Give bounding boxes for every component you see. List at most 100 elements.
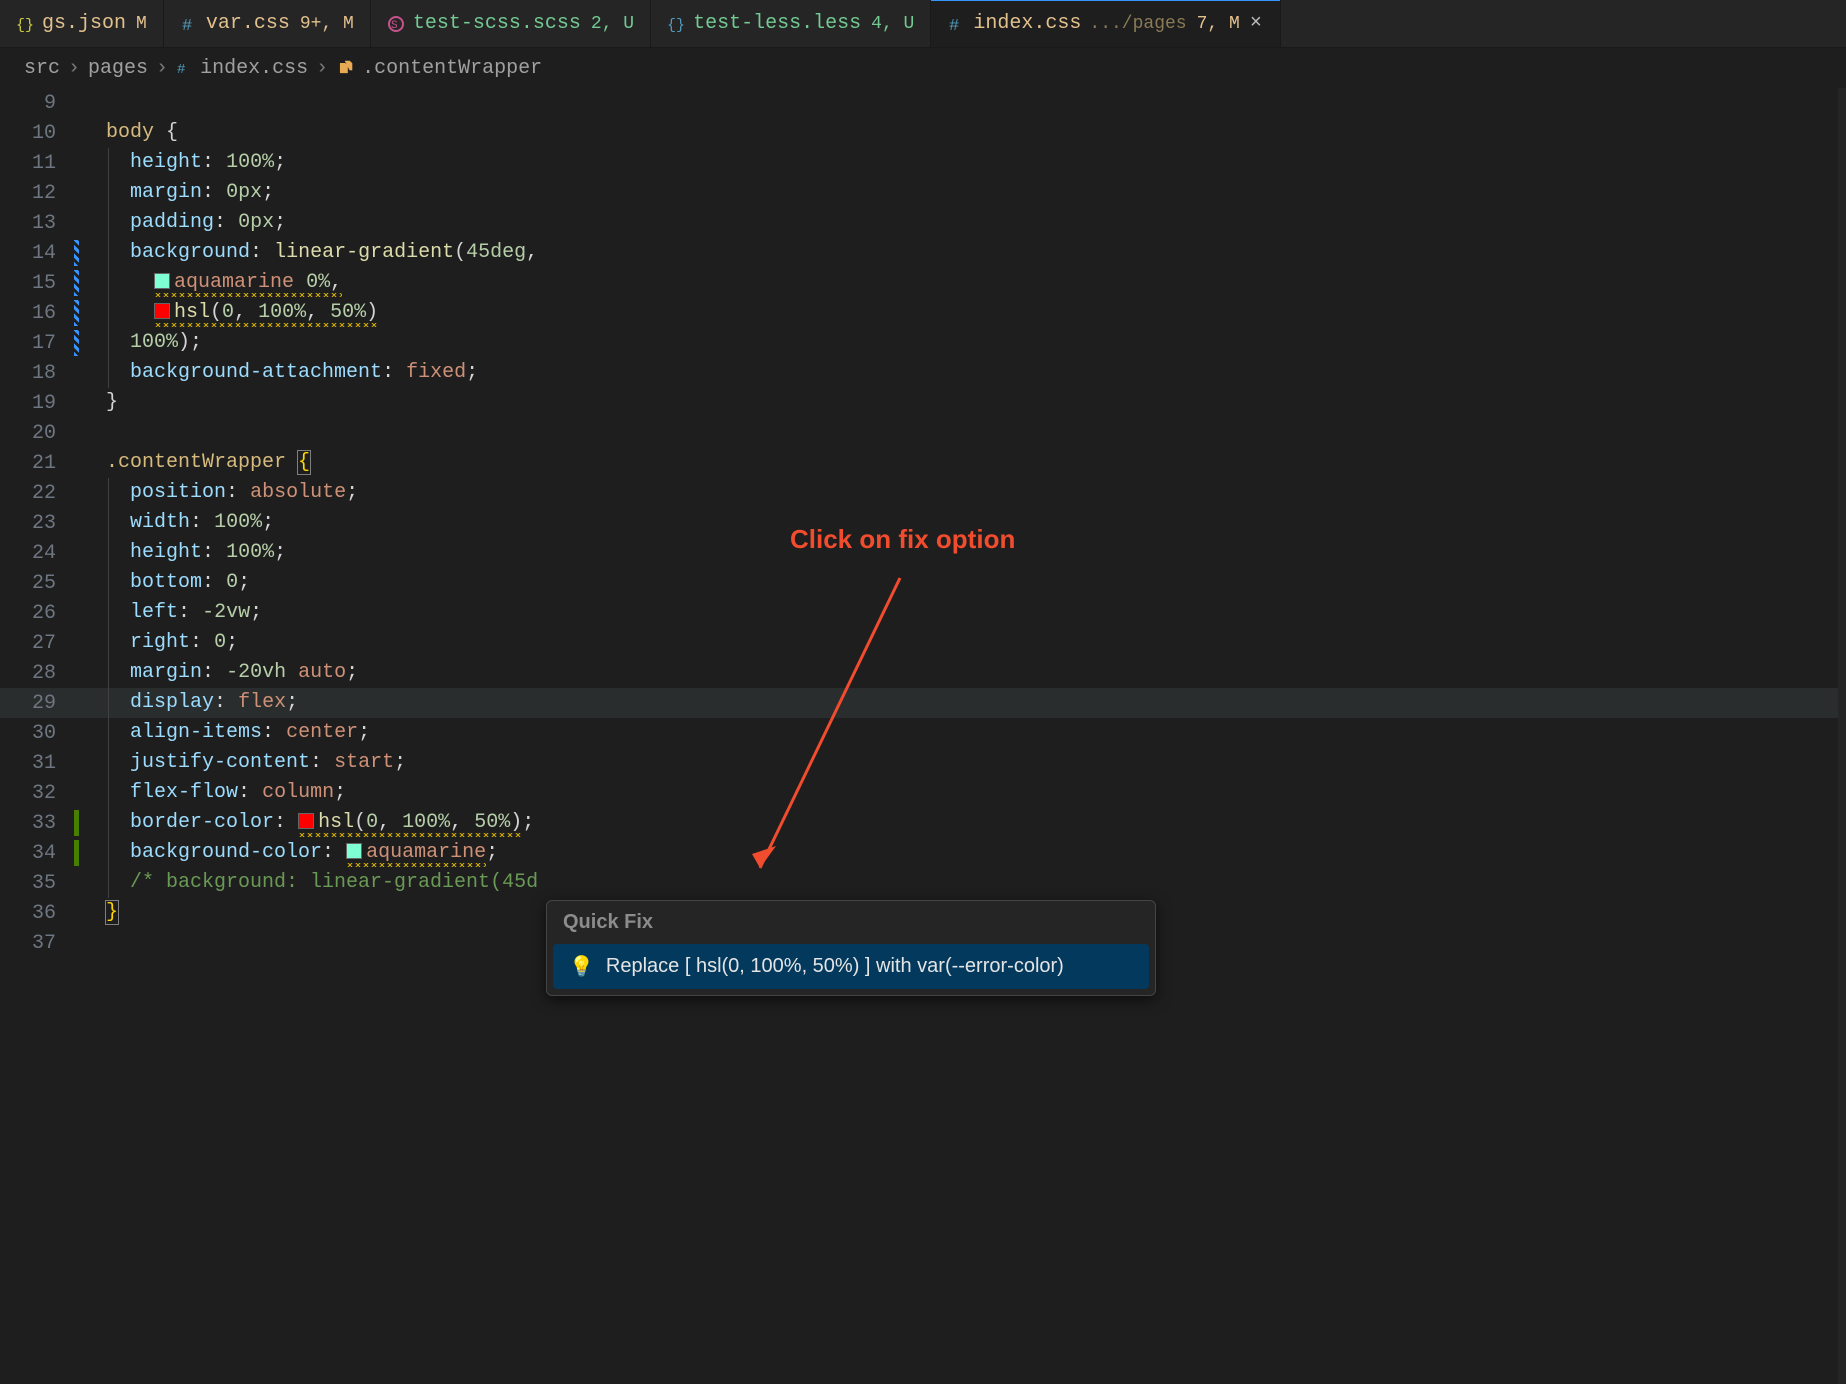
code-content: flex-flow: column;	[78, 778, 346, 808]
line-number: 33	[0, 812, 78, 835]
line-number: 36	[0, 902, 78, 925]
close-icon[interactable]: ×	[1248, 12, 1264, 35]
code-content: .contentWrapper {	[78, 448, 310, 478]
tab-filename: var.css	[206, 12, 290, 35]
line-number: 13	[0, 212, 78, 235]
code-line[interactable]: 31 justify-content: start;	[0, 748, 1846, 778]
line-number: 22	[0, 482, 78, 505]
code-line[interactable]: 35 /* background: linear-gradient(45d…	[0, 868, 1846, 898]
breadcrumb-file[interactable]: index.css	[200, 57, 308, 80]
code-line[interactable]: 26 left: -2vw;	[0, 598, 1846, 628]
code-line[interactable]: 11 height: 100%;	[0, 148, 1846, 178]
code-content: right: 0;	[78, 628, 238, 658]
breadcrumb-symbol[interactable]: .contentWrapper	[362, 57, 542, 80]
code-content: background: linear-gradient(45deg,	[78, 238, 538, 268]
code-line[interactable]: 20	[0, 418, 1846, 448]
svg-text:S: S	[391, 20, 398, 32]
tab-gs-json[interactable]: {}gs.jsonM	[0, 0, 164, 47]
code-line[interactable]: 12 margin: 0px;	[0, 178, 1846, 208]
line-number: 35	[0, 872, 78, 895]
code-line[interactable]: 34 background-color: aquamarine;	[0, 838, 1846, 868]
code-content: left: -2vw;	[78, 598, 262, 628]
css-file-icon: #	[176, 60, 192, 76]
line-number: 25	[0, 572, 78, 595]
svg-text:{}: {}	[16, 17, 34, 33]
quick-fix-action[interactable]: 💡 Replace [ hsl(0, 100%, 50%) ] with var…	[553, 944, 1149, 989]
code-line[interactable]: 9	[0, 88, 1846, 118]
code-line[interactable]: 23 width: 100%;	[0, 508, 1846, 538]
chevron-right-icon: ›	[68, 57, 80, 80]
code-line[interactable]: 24 height: 100%;	[0, 538, 1846, 568]
code-line[interactable]: 14 background: linear-gradient(45deg,	[0, 238, 1846, 268]
less-file-icon: {}	[667, 15, 685, 33]
code-content: body {	[78, 118, 178, 148]
code-line[interactable]: 21.contentWrapper {	[0, 448, 1846, 478]
breadcrumb-segment[interactable]: pages	[88, 57, 148, 80]
breadcrumb[interactable]: src › pages › # index.css › .contentWrap…	[0, 48, 1846, 88]
tab-var-css[interactable]: # var.css 9+, M	[164, 0, 371, 47]
code-content: justify-content: start;	[78, 748, 406, 778]
code-line[interactable]: 30 align-items: center;	[0, 718, 1846, 748]
line-number: 9	[0, 92, 78, 115]
tab-filename: test-scss.scss	[413, 12, 581, 35]
line-number: 18	[0, 362, 78, 385]
gutter-change-marker	[74, 240, 79, 266]
code-line[interactable]: 17 100%);	[0, 328, 1846, 358]
code-line[interactable]: 29 display: flex;	[0, 688, 1846, 718]
minimap[interactable]	[1838, 88, 1846, 1384]
line-number: 19	[0, 392, 78, 415]
chevron-right-icon: ›	[316, 57, 328, 80]
line-number: 37	[0, 932, 78, 955]
code-content: padding: 0px;	[78, 208, 286, 238]
gutter-change-marker	[74, 810, 79, 836]
tab-index-css[interactable]: #index.css.../pages7, M×	[931, 0, 1280, 47]
line-number: 26	[0, 602, 78, 625]
code-content: margin: -20vh auto;	[78, 658, 358, 688]
svg-text:{}: {}	[667, 17, 685, 33]
tab-status-badge: 4, U	[871, 14, 914, 34]
line-number: 20	[0, 422, 78, 445]
code-line[interactable]: 28 margin: -20vh auto;	[0, 658, 1846, 688]
code-line[interactable]: 25 bottom: 0;	[0, 568, 1846, 598]
line-number: 31	[0, 752, 78, 775]
code-content: background-attachment: fixed;	[78, 358, 478, 388]
line-number: 17	[0, 332, 78, 355]
css-file-icon: #	[947, 15, 965, 33]
code-editor[interactable]: 910body {11 height: 100%;12 margin: 0px;…	[0, 88, 1846, 1384]
breadcrumb-segment[interactable]: src	[24, 57, 60, 80]
code-content: }	[78, 898, 118, 928]
code-line[interactable]: 27 right: 0;	[0, 628, 1846, 658]
svg-text:#: #	[182, 17, 192, 33]
tab-test-less-less[interactable]: {} test-less.less 4, U	[651, 0, 931, 47]
line-number: 15	[0, 272, 78, 295]
chevron-right-icon: ›	[156, 57, 168, 80]
line-number: 27	[0, 632, 78, 655]
code-content: height: 100%;	[78, 538, 286, 568]
code-line[interactable]: 10body {	[0, 118, 1846, 148]
code-line[interactable]: 19}	[0, 388, 1846, 418]
tab-status-badge: 9+, M	[300, 14, 354, 34]
gutter-change-marker	[74, 330, 79, 356]
scss-file-icon: S	[387, 15, 405, 33]
code-line[interactable]: 13 padding: 0px;	[0, 208, 1846, 238]
line-number: 14	[0, 242, 78, 265]
code-line[interactable]: 32 flex-flow: column;	[0, 778, 1846, 808]
code-line[interactable]: 33 border-color: hsl(0, 100%, 50%);	[0, 808, 1846, 838]
gutter-change-marker	[74, 300, 79, 326]
code-content: hsl(0, 100%, 50%)	[78, 298, 378, 328]
line-number: 11	[0, 152, 78, 175]
code-line[interactable]: 18 background-attachment: fixed;	[0, 358, 1846, 388]
tab-test-scss-scss[interactable]: Stest-scss.scss2, U	[371, 0, 651, 47]
lightbulb-icon: 💡	[569, 954, 594, 979]
gutter-change-marker	[74, 270, 79, 296]
tab-filename: test-less.less	[693, 12, 861, 35]
code-line[interactable]: 22 position: absolute;	[0, 478, 1846, 508]
symbol-class-icon	[336, 59, 354, 77]
gutter-change-marker	[74, 840, 79, 866]
json-file-icon: {}	[16, 15, 34, 33]
css-file-icon: #	[180, 15, 198, 33]
quick-fix-title: Quick Fix	[547, 901, 1155, 944]
code-line[interactable]: 16 hsl(0, 100%, 50%)	[0, 298, 1846, 328]
code-line[interactable]: 15 aquamarine 0%,	[0, 268, 1846, 298]
code-content: border-color: hsl(0, 100%, 50%);	[78, 808, 534, 838]
